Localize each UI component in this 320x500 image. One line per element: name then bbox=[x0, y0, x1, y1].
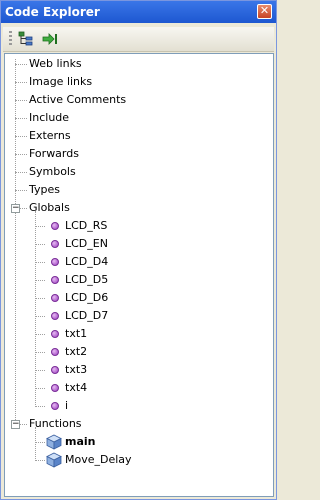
toolbar bbox=[3, 27, 274, 52]
global-variable-item[interactable]: LCD_RS bbox=[5, 217, 273, 235]
function-icon bbox=[46, 452, 62, 468]
tree-connector bbox=[15, 154, 27, 155]
global-variable-item[interactable]: i bbox=[5, 397, 273, 415]
variable-icon bbox=[51, 276, 59, 284]
tree-item-label: Move_Delay bbox=[65, 453, 132, 466]
close-button[interactable]: ✕ bbox=[257, 4, 272, 19]
variable-icon bbox=[51, 384, 59, 392]
goto-button[interactable] bbox=[41, 30, 59, 48]
tree-connector bbox=[35, 298, 45, 299]
function-icon bbox=[46, 434, 62, 450]
tree-item-label: LCD_EN bbox=[65, 237, 108, 250]
global-variable-item[interactable]: txt3 bbox=[5, 361, 273, 379]
variable-icon bbox=[51, 402, 59, 410]
tree-item-label: Web links bbox=[29, 57, 82, 70]
tree-connector bbox=[35, 262, 45, 263]
tree-item-label: i bbox=[65, 399, 69, 412]
tree-item-label: Symbols bbox=[29, 165, 76, 178]
tree-item-label: main bbox=[65, 435, 96, 448]
goto-icon bbox=[42, 33, 57, 45]
tree-connector bbox=[35, 388, 45, 389]
tree-view-button[interactable] bbox=[17, 30, 35, 48]
tree-view-icon bbox=[18, 31, 33, 46]
tree-item-label: Functions bbox=[29, 417, 82, 430]
tree-item-label: txt2 bbox=[65, 345, 88, 358]
tree-item-label: Image links bbox=[29, 75, 93, 88]
tree-connector bbox=[35, 316, 45, 317]
tree-item-globals[interactable]: − Globals bbox=[5, 199, 273, 217]
tree-connector bbox=[15, 190, 27, 191]
global-variable-item[interactable]: txt1 bbox=[5, 325, 273, 343]
tree-item-label: txt3 bbox=[65, 363, 88, 376]
tree-connector bbox=[35, 352, 45, 353]
tree-item[interactable]: Forwards bbox=[5, 145, 273, 163]
tree-item-label: txt1 bbox=[65, 327, 88, 340]
tree-item-label: LCD_RS bbox=[65, 219, 108, 232]
function-item[interactable]: main bbox=[5, 433, 273, 451]
tree-item[interactable]: Active Comments bbox=[5, 91, 273, 109]
tree-item[interactable]: Web links bbox=[5, 55, 273, 73]
variable-icon bbox=[51, 294, 59, 302]
tree-connector bbox=[35, 370, 45, 371]
global-variable-item[interactable]: txt4 bbox=[5, 379, 273, 397]
tree-item[interactable]: Externs bbox=[5, 127, 273, 145]
tree-item[interactable]: Types bbox=[5, 181, 273, 199]
tree-connector bbox=[35, 226, 45, 227]
tree-connector bbox=[35, 460, 45, 461]
tree-connector bbox=[15, 100, 27, 101]
variable-icon bbox=[51, 348, 59, 356]
variable-icon bbox=[51, 240, 59, 248]
tree-item-label: Active Comments bbox=[29, 93, 127, 106]
global-variable-item[interactable]: LCD_D5 bbox=[5, 271, 273, 289]
variable-icon bbox=[51, 366, 59, 374]
tree-connector bbox=[35, 442, 45, 443]
function-item[interactable]: Move_Delay bbox=[5, 451, 273, 469]
variable-icon bbox=[51, 258, 59, 266]
tree-item-label: LCD_D7 bbox=[65, 309, 109, 322]
tree-item-label: LCD_D4 bbox=[65, 255, 109, 268]
tree-connector bbox=[15, 82, 27, 83]
tree-item-label: Include bbox=[29, 111, 70, 124]
global-variable-item[interactable]: LCD_D4 bbox=[5, 253, 273, 271]
tree-connector bbox=[35, 244, 45, 245]
global-variable-item[interactable]: LCD_D6 bbox=[5, 289, 273, 307]
tree-item[interactable]: Symbols bbox=[5, 163, 273, 181]
variable-icon bbox=[51, 312, 59, 320]
tree-item[interactable]: Image links bbox=[5, 73, 273, 91]
tree-item-label: txt4 bbox=[65, 381, 88, 394]
tree-item-functions[interactable]: − Functions bbox=[5, 415, 273, 433]
title-bar: Code Explorer ✕ bbox=[1, 1, 276, 23]
collapse-icon[interactable]: − bbox=[11, 420, 20, 429]
global-variable-item[interactable]: LCD_D7 bbox=[5, 307, 273, 325]
tree-connector bbox=[15, 64, 27, 65]
code-tree[interactable]: Web links Image links Active Comments Inclu… bbox=[4, 53, 274, 497]
tree-item-label: LCD_D5 bbox=[65, 273, 109, 286]
tree-item-label: LCD_D6 bbox=[65, 291, 109, 304]
global-variable-item[interactable]: txt2 bbox=[5, 343, 273, 361]
tree-connector bbox=[35, 334, 45, 335]
tree-item-label: Forwards bbox=[29, 147, 79, 160]
global-variable-item[interactable]: LCD_EN bbox=[5, 235, 273, 253]
collapse-icon[interactable]: − bbox=[11, 204, 20, 213]
tree-connector bbox=[15, 172, 27, 173]
tree-connector bbox=[35, 280, 45, 281]
toolbar-grip[interactable] bbox=[9, 31, 12, 47]
tree-item-label: Globals bbox=[29, 201, 70, 214]
tree-item-label: Externs bbox=[29, 129, 71, 142]
tree-connector bbox=[15, 118, 27, 119]
variable-icon bbox=[51, 330, 59, 338]
code-explorer-panel: Code Explorer ✕ Web links Image links Acti… bbox=[0, 0, 277, 500]
variable-icon bbox=[51, 222, 59, 230]
tree-item[interactable]: Include bbox=[5, 109, 273, 127]
tree-connector bbox=[35, 406, 45, 407]
tree-connector bbox=[15, 136, 27, 137]
window-title: Code Explorer bbox=[5, 5, 100, 19]
close-icon: ✕ bbox=[259, 4, 270, 17]
tree-item-label: Types bbox=[29, 183, 60, 196]
